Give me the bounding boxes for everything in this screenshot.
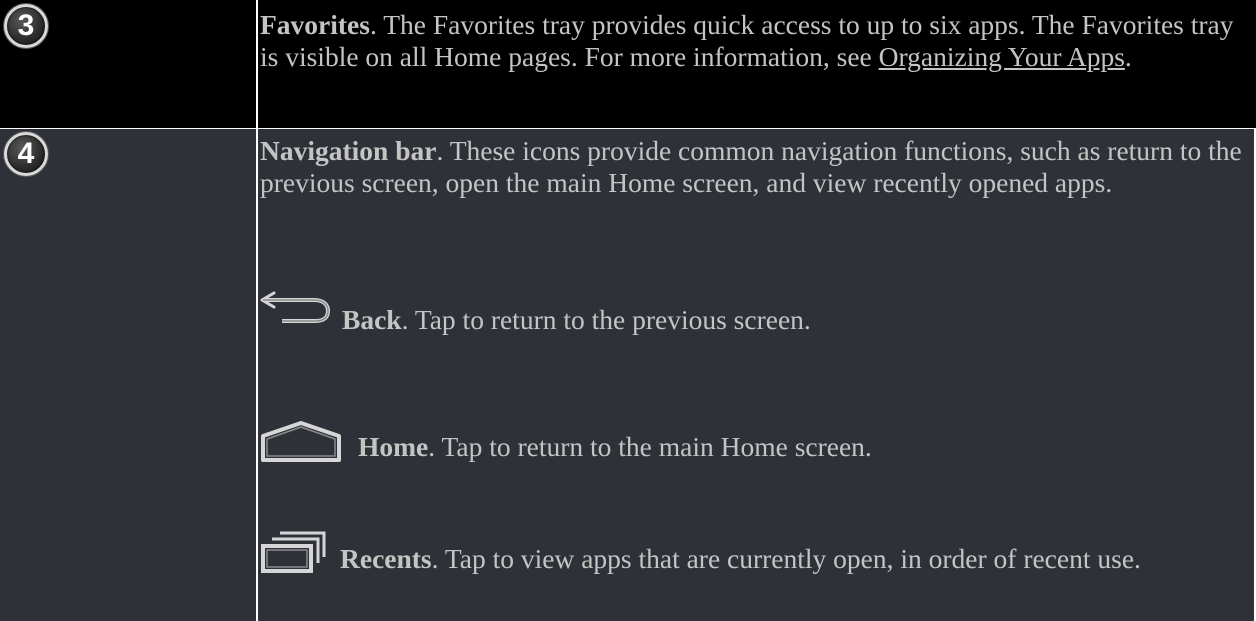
- navigation-number-cell: 4: [0, 129, 256, 621]
- navigation-title: Navigation bar: [260, 135, 437, 166]
- home-text: . Tap to return to the main Home screen.: [428, 431, 872, 462]
- back-item: Back. Tap to return to the previous scre…: [260, 280, 1248, 336]
- organizing-your-apps-link[interactable]: Organizing Your Apps: [879, 41, 1125, 72]
- favorites-text-end: .: [1124, 41, 1132, 72]
- back-label: Back: [342, 304, 402, 335]
- home-item: Home. Tap to return to the main Home scr…: [260, 419, 1248, 463]
- favorites-description: Favorites. The Favorites tray provides q…: [260, 9, 1246, 73]
- favorites-row: 3 Favorites. The Favorites tray provides…: [0, 0, 1256, 128]
- recents-text: . Tap to view apps that are currently op…: [431, 543, 1141, 574]
- back-text: . Tap to return to the previous screen.: [401, 304, 811, 335]
- recents-item: Recents. Tap to view apps that are curre…: [260, 529, 1248, 575]
- navigation-bar-row: 4 Navigation bar. These icons provide co…: [0, 129, 1256, 621]
- recents-label: Recents: [340, 543, 432, 574]
- recents-icon: [260, 529, 328, 575]
- navigation-description-cell: Navigation bar. These icons provide comm…: [258, 129, 1254, 621]
- number-4-badge-icon: 4: [4, 132, 48, 176]
- home-outline-icon: [260, 419, 342, 463]
- favorites-number-cell: 3: [0, 0, 256, 128]
- navigation-description: Navigation bar. These icons provide comm…: [260, 135, 1248, 199]
- favorites-title: Favorites: [260, 9, 370, 40]
- favorites-description-cell: Favorites. The Favorites tray provides q…: [258, 0, 1256, 128]
- navigation-help-table: 3 Favorites. The Favorites tray provides…: [0, 0, 1256, 621]
- number-3-badge-icon: 3: [4, 4, 48, 48]
- back-arrow-icon: [260, 280, 332, 336]
- home-label: Home: [358, 431, 429, 462]
